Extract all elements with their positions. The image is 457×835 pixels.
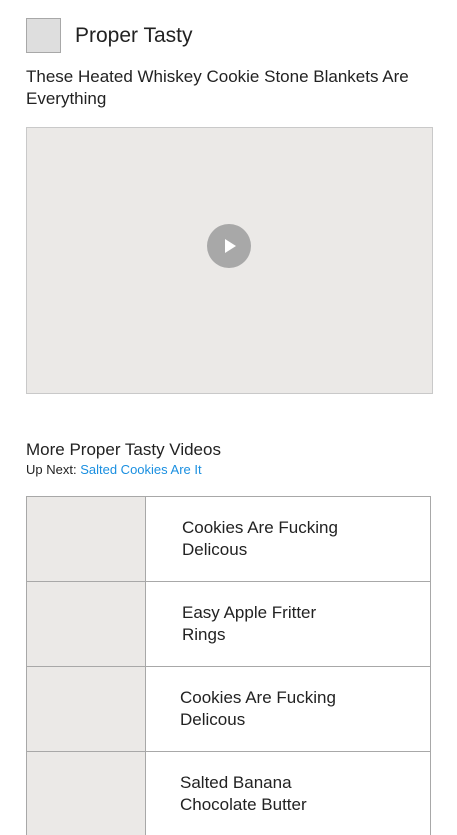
video-thumbnail[interactable] bbox=[27, 497, 146, 581]
channel-name[interactable]: Proper Tasty bbox=[75, 24, 193, 48]
video-thumbnail[interactable] bbox=[27, 582, 146, 666]
video-thumbnail[interactable] bbox=[27, 667, 146, 751]
video-thumbnail[interactable] bbox=[27, 752, 146, 835]
video-list-item[interactable]: Easy Apple Fritter Rings bbox=[26, 582, 431, 667]
video-item-title[interactable]: Cookies Are Fucking Delicous bbox=[182, 497, 342, 581]
video-list-item[interactable]: Cookies Are Fucking Delicous bbox=[26, 667, 431, 752]
video-list-item[interactable]: Salted Banana Chocolate Butter bbox=[26, 752, 431, 835]
up-next-row: Up Next: Salted Cookies Are It bbox=[26, 462, 202, 477]
more-videos-heading: More Proper Tasty Videos bbox=[26, 440, 221, 459]
video-list-item[interactable]: Cookies Are Fucking Delicous bbox=[26, 497, 431, 582]
video-player[interactable] bbox=[26, 127, 433, 394]
video-item-title[interactable]: Easy Apple Fritter Rings bbox=[182, 582, 342, 666]
video-item-title[interactable]: Salted Banana Chocolate Butter bbox=[180, 752, 340, 835]
up-next-label: Up Next: bbox=[26, 462, 77, 477]
channel-logo[interactable] bbox=[26, 18, 61, 53]
play-button[interactable] bbox=[207, 224, 251, 268]
channel-header: Proper Tasty bbox=[26, 18, 193, 53]
video-list: Cookies Are Fucking Delicous Easy Apple … bbox=[26, 496, 431, 835]
page: Proper Tasty These Heated Whiskey Cookie… bbox=[0, 0, 457, 835]
video-title: These Heated Whiskey Cookie Stone Blanke… bbox=[26, 67, 409, 108]
video-item-title[interactable]: Cookies Are Fucking Delicous bbox=[180, 667, 340, 751]
up-next-link[interactable]: Salted Cookies Are It bbox=[80, 462, 201, 477]
play-icon bbox=[225, 239, 236, 253]
